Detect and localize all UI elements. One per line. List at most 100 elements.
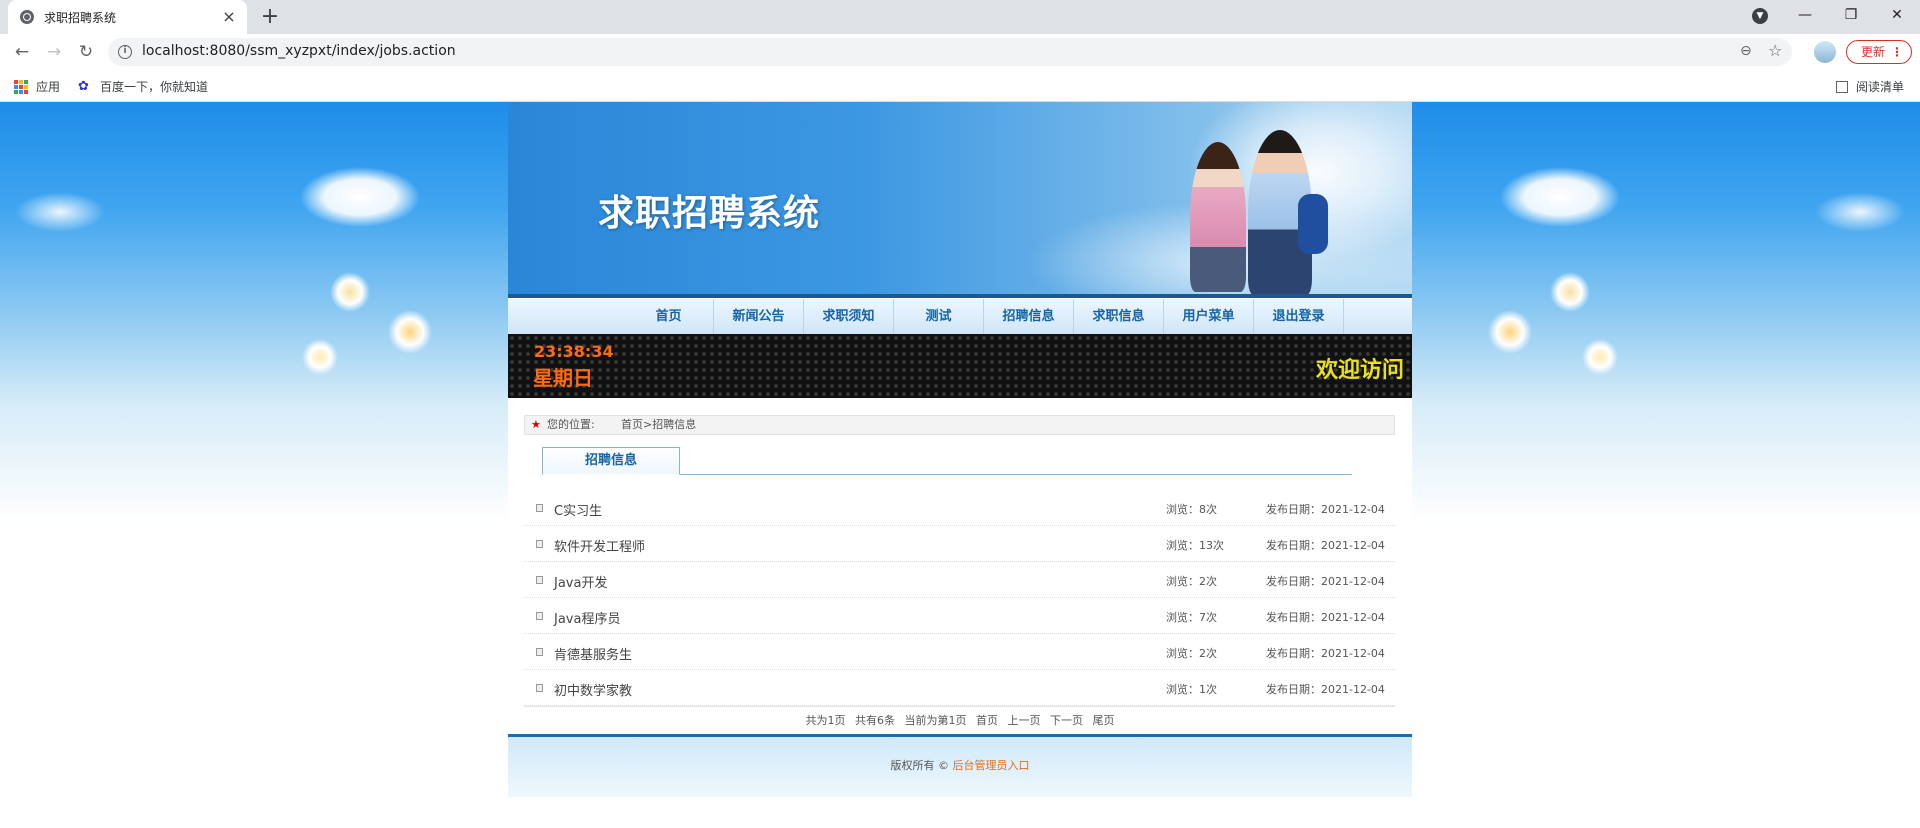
nav-test[interactable]: 测试 — [894, 299, 984, 334]
job-title-link[interactable]: Java开发 — [554, 572, 607, 591]
list-item: 肯德基服务生 浏览：2次 发布日期：2021-12-04 — [524, 634, 1395, 670]
bullet-icon — [536, 612, 543, 620]
main-container: 求职招聘系统 首页 新闻公告 求职须知 测试 招聘信息 求职信息 用户菜单 退出… — [508, 102, 1412, 828]
site-info-icon[interactable]: i — [118, 45, 132, 59]
nav-resumes[interactable]: 求职信息 — [1074, 299, 1164, 334]
new-tab-button[interactable]: + — [258, 6, 282, 30]
job-views: 浏览：2次 — [1166, 575, 1217, 588]
browser-tab[interactable]: 求职招聘系统 × — [8, 0, 247, 34]
breadcrumb-label: 您的位置: — [547, 418, 595, 431]
background-sky-left — [0, 102, 508, 522]
job-date: 发布日期：2021-12-04 — [1266, 539, 1385, 552]
job-title-link[interactable]: C实习生 — [554, 500, 602, 519]
breadcrumb: ★ 您的位置: 首页>招聘信息 — [524, 415, 1395, 435]
job-date: 发布日期：2021-12-04 — [1266, 683, 1385, 696]
job-title-link[interactable]: Java程序员 — [554, 608, 620, 627]
tab-job-listings[interactable]: 招聘信息 — [542, 447, 680, 475]
clock-time: 23:38:34 — [534, 342, 614, 361]
background-sky-right — [1412, 102, 1920, 522]
job-title-link[interactable]: 软件开发工程师 — [554, 536, 645, 555]
reading-list-icon — [1836, 80, 1848, 93]
section-tabs: 招聘信息 — [542, 445, 1352, 475]
job-date: 发布日期：2021-12-04 — [1266, 575, 1385, 588]
browser-tab-strip: 求职招聘系统 × + ▼ — ❐ ✕ — [0, 0, 1920, 34]
clock-weekday: 星期日 — [533, 366, 593, 390]
list-item: C实习生 浏览：8次 发布日期：2021-12-04 — [524, 490, 1395, 526]
apps-icon — [14, 79, 28, 94]
list-item: 初中数学家教 浏览：1次 发布日期：2021-12-04 — [524, 670, 1395, 706]
job-views: 浏览：13次 — [1166, 539, 1224, 552]
bookmarks-bar: 应用 ✿ 百度一下，你就知道 阅读清单 — [0, 70, 1920, 102]
list-item: 软件开发工程师 浏览：13次 发布日期：2021-12-04 — [524, 526, 1395, 562]
job-views: 浏览：7次 — [1166, 611, 1217, 624]
site-footer: 版权所有 © 后台管理员入口 — [508, 734, 1412, 797]
list-item: Java程序员 浏览：7次 发布日期：2021-12-04 — [524, 598, 1395, 634]
nav-logout[interactable]: 退出登录 — [1254, 299, 1344, 334]
job-title-link[interactable]: 肯德基服务生 — [554, 644, 632, 663]
nav-news[interactable]: 新闻公告 — [714, 299, 804, 334]
pager-last-link[interactable]: 尾页 — [1093, 714, 1115, 727]
nav-jobs[interactable]: 招聘信息 — [984, 299, 1074, 334]
job-date: 发布日期：2021-12-04 — [1266, 647, 1385, 660]
restore-icon[interactable]: ❐ — [1828, 0, 1874, 30]
student-girl-image — [1190, 142, 1246, 292]
bullet-icon — [536, 648, 543, 656]
back-icon[interactable]: ← — [10, 40, 34, 64]
job-date: 发布日期：2021-12-04 — [1266, 611, 1385, 624]
pager-total-items: 共有6条 — [855, 714, 895, 727]
update-button[interactable]: 更新 ⋮ — [1846, 40, 1912, 64]
site-title: 求职招聘系统 — [598, 193, 821, 234]
copyright-text: 版权所有 © — [890, 759, 950, 772]
globe-icon — [20, 10, 34, 24]
job-list: C实习生 浏览：8次 发布日期：2021-12-04 软件开发工程师 浏览：13… — [524, 490, 1395, 706]
nav-home[interactable]: 首页 — [624, 299, 714, 334]
bullet-icon — [536, 540, 543, 548]
job-views: 浏览：1次 — [1166, 683, 1217, 696]
job-views: 浏览：2次 — [1166, 647, 1217, 660]
address-bar[interactable]: i localhost:8080/ssm_xyzpxt/index/jobs.a… — [108, 38, 1792, 66]
admin-login-link[interactable]: 后台管理员入口 — [953, 759, 1030, 772]
breadcrumb-path[interactable]: 首页>招聘信息 — [621, 416, 696, 434]
nav-user-menu[interactable]: 用户菜单 — [1164, 299, 1254, 334]
forward-icon[interactable]: → — [42, 40, 66, 64]
bookmark-baidu[interactable]: ✿ 百度一下，你就知道 — [78, 78, 208, 95]
job-views: 浏览：8次 — [1166, 503, 1217, 516]
pager-first-link[interactable]: 首页 — [976, 714, 998, 727]
bullet-icon — [536, 576, 543, 584]
star-icon: ★ — [531, 418, 541, 431]
close-tab-icon[interactable]: × — [221, 9, 237, 25]
copyright-line: 版权所有 © 后台管理员入口 — [508, 757, 1412, 773]
browser-toolbar: ← → ↻ i localhost:8080/ssm_xyzpxt/index/… — [0, 34, 1920, 70]
url-text[interactable]: localhost:8080/ssm_xyzpxt/index/jobs.act… — [142, 43, 456, 59]
list-divider — [524, 706, 1395, 707]
backpack-image — [1298, 194, 1328, 254]
bookmark-star-icon[interactable]: ☆ — [1768, 41, 1782, 60]
update-label: 更新 — [1861, 45, 1886, 59]
site-banner: 求职招聘系统 — [508, 102, 1412, 298]
profile-avatar[interactable] — [1814, 41, 1836, 63]
reading-list[interactable]: 阅读清单 — [1836, 78, 1904, 95]
pagination: 共为1页 共有6条 当前为第1页 首页 上一页 下一页 尾页 — [508, 712, 1412, 728]
pager-prev-link[interactable]: 上一页 — [1008, 714, 1041, 727]
pager-total-pages: 共为1页 — [805, 714, 846, 727]
bookmark-label: 百度一下，你就知道 — [100, 80, 209, 94]
pager-current: 当前为第1页 — [904, 714, 967, 727]
nav-guide[interactable]: 求职须知 — [804, 299, 894, 334]
pager-next-link[interactable]: 下一页 — [1050, 714, 1083, 727]
baidu-icon: ✿ — [78, 78, 89, 94]
bullet-icon — [536, 684, 543, 692]
welcome-text: 欢迎访问 — [1315, 358, 1404, 383]
bookmark-label: 应用 — [36, 80, 61, 94]
minimize-icon[interactable]: — — [1782, 0, 1828, 30]
list-item: Java开发 浏览：2次 发布日期：2021-12-04 — [524, 562, 1395, 598]
job-title-link[interactable]: 初中数学家教 — [554, 680, 632, 699]
job-date: 发布日期：2021-12-04 — [1266, 503, 1385, 516]
tab-search-icon[interactable]: ▼ — [1752, 8, 1768, 24]
zoom-icon[interactable]: ⊖ — [1740, 43, 1752, 59]
reload-icon[interactable]: ↻ — [74, 40, 98, 64]
led-clock-bar: 23:38:34 星期日 欢迎访问 — [508, 334, 1412, 398]
close-window-icon[interactable]: ✕ — [1874, 0, 1920, 30]
main-nav: 首页 新闻公告 求职须知 测试 招聘信息 求职信息 用户菜单 退出登录 — [508, 298, 1412, 334]
bullet-icon — [536, 504, 543, 512]
bookmark-apps[interactable]: 应用 — [14, 78, 60, 95]
